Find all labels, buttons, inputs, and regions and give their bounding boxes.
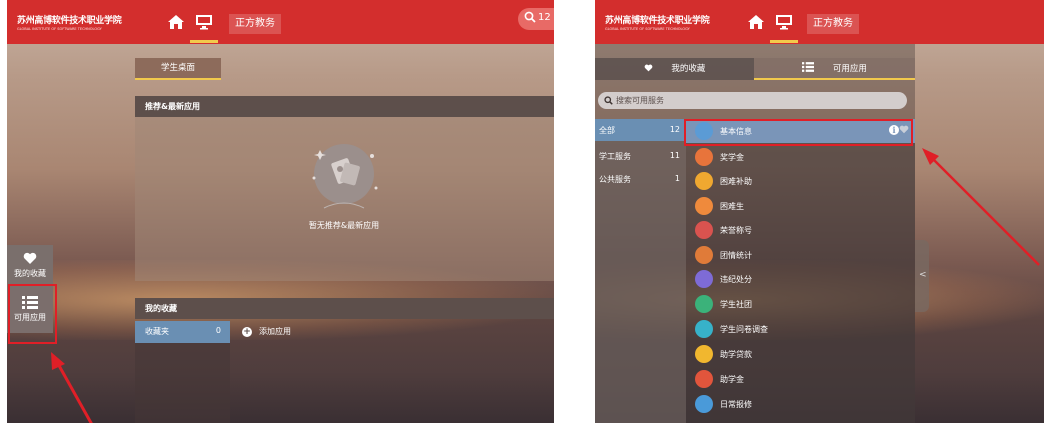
annotation-arrow [922,148,1040,266]
left-screenshot: 苏州高博软件技术职业学院 GLOBAL INSTITUTE OF SOFTWAR… [7,0,554,423]
annotation-arrow [51,352,93,423]
right-screenshot: 苏州高博软件技术职业学院 GLOBAL INSTITUTE OF SOFTWAR… [595,0,1044,423]
